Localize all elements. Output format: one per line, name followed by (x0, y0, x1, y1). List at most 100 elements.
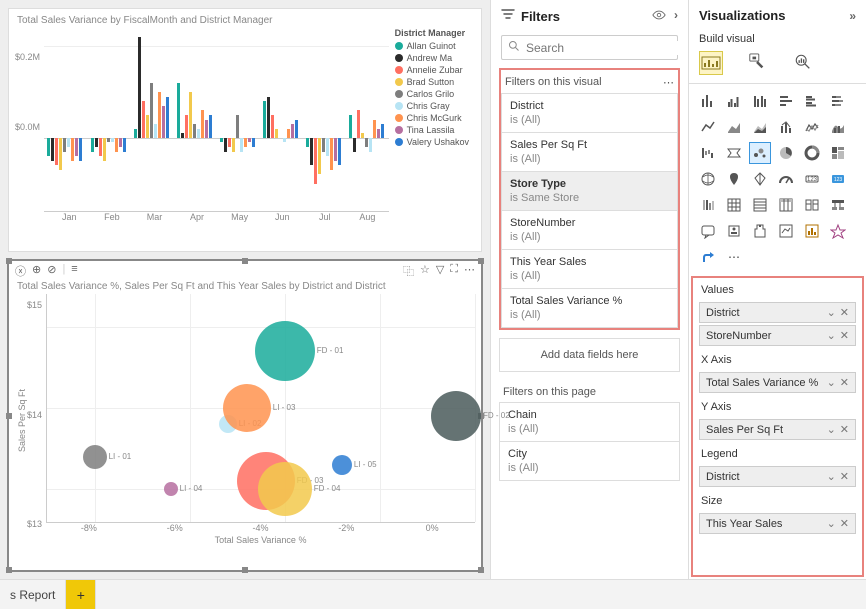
remove-icon[interactable]: ✕ (840, 329, 849, 342)
legend-item[interactable]: Carlos Grilo (395, 88, 469, 100)
report-canvas[interactable]: Total Sales Variance by FiscalMonth and … (0, 0, 490, 579)
scatter-chart[interactable]: ⓧ ⊕ ⊘ | ≡ ⿻ ☆ ▽ ⛶ ⋯ Total Sales Variance… (8, 260, 482, 571)
chevron-down-icon[interactable]: ⌄ (827, 517, 836, 530)
expand-icon[interactable]: ⊘ (47, 263, 56, 279)
viz-type-icon[interactable] (749, 90, 771, 112)
viz-type-icon[interactable] (723, 220, 745, 242)
legend-item[interactable]: Allan Guinot (395, 40, 469, 52)
viz-type-icon[interactable] (723, 116, 745, 138)
legend-item[interactable]: Chris McGurk (395, 112, 469, 124)
legend-item[interactable]: Valery Ushakov (395, 136, 469, 148)
data-point[interactable] (258, 462, 312, 516)
viz-type-icon[interactable] (749, 168, 771, 190)
viz-type-icon[interactable] (697, 246, 719, 268)
legend-item[interactable]: Tina Lassila (395, 124, 469, 136)
remove-icon[interactable]: ✕ (840, 517, 849, 530)
resize-handle[interactable] (6, 258, 12, 264)
viz-type-icon[interactable] (827, 142, 849, 164)
add-data-fields[interactable]: Add data fields here (499, 338, 680, 372)
viz-type-icon[interactable]: 123 (827, 168, 849, 190)
filter-card[interactable]: This Year Salesis (All) (501, 250, 678, 289)
data-point[interactable] (164, 482, 178, 496)
viz-type-icon[interactable] (697, 220, 719, 242)
field-chip[interactable]: This Year Sales⌄✕ (699, 513, 856, 534)
resize-handle[interactable] (478, 567, 484, 573)
chevron-down-icon[interactable]: ⌄ (827, 329, 836, 342)
viz-type-icon[interactable] (801, 220, 823, 242)
remove-icon[interactable]: ✕ (840, 423, 849, 436)
legend-item[interactable]: Chris Gray (395, 100, 469, 112)
viz-type-icon[interactable] (775, 116, 797, 138)
viz-type-icon[interactable] (775, 194, 797, 216)
chevron-down-icon[interactable]: ⌄ (827, 423, 836, 436)
filter-card[interactable]: Districtis (All) (501, 93, 678, 133)
chevron-down-icon[interactable]: ⌄ (827, 376, 836, 389)
viz-type-icon[interactable] (723, 168, 745, 190)
analytics-tab[interactable] (791, 51, 815, 75)
cluster-column-chart[interactable]: Total Sales Variance by FiscalMonth and … (8, 8, 482, 252)
viz-type-icon[interactable] (775, 142, 797, 164)
filter-card[interactable]: Total Sales Variance %is (All) (501, 289, 678, 328)
viz-type-icon[interactable] (697, 194, 719, 216)
report-tab[interactable]: s Report (0, 580, 66, 609)
resize-handle[interactable] (242, 258, 248, 264)
viz-type-icon[interactable] (775, 90, 797, 112)
viz-type-icon[interactable] (697, 90, 719, 112)
drill-up-icon[interactable]: ⓧ (15, 263, 26, 279)
filter-card[interactable]: StoreNumberis (All) (501, 211, 678, 250)
viz-type-icon[interactable] (723, 90, 745, 112)
viz-type-icon[interactable] (723, 194, 745, 216)
remove-icon[interactable]: ✕ (840, 306, 849, 319)
viz-type-icon[interactable] (723, 142, 745, 164)
viz-type-icon[interactable] (749, 220, 771, 242)
field-chip[interactable]: Total Sales Variance %⌄✕ (699, 372, 856, 393)
viz-type-icon[interactable] (801, 116, 823, 138)
viz-type-icon[interactable] (827, 194, 849, 216)
viz-type-icon[interactable]: ⋯ (723, 246, 745, 268)
resize-handle[interactable] (6, 413, 12, 419)
viz-type-icon[interactable] (775, 168, 797, 190)
filter-card[interactable]: Chainis (All) (499, 402, 680, 442)
remove-icon[interactable]: ✕ (840, 470, 849, 483)
format-tab[interactable] (745, 51, 769, 75)
viz-type-icon[interactable] (827, 116, 849, 138)
resize-handle[interactable] (478, 258, 484, 264)
eye-icon[interactable] (652, 8, 666, 25)
viz-type-icon[interactable] (827, 220, 849, 242)
search-input[interactable] (526, 41, 681, 55)
filter-card[interactable]: Cityis (All) (499, 442, 680, 481)
more-icon[interactable]: ⋯ (464, 263, 475, 279)
data-point[interactable] (332, 455, 352, 475)
viz-type-icon[interactable]: 123 (801, 168, 823, 190)
chevron-down-icon[interactable]: ⌄ (827, 470, 836, 483)
legend-item[interactable]: Andrew Ma (395, 52, 469, 64)
field-chip[interactable]: District⌄✕ (699, 302, 856, 323)
filter-search[interactable] (501, 35, 678, 60)
legend-item[interactable]: Annelie Zubar (395, 64, 469, 76)
data-point[interactable] (223, 384, 271, 432)
more-icon[interactable]: ⋯ (663, 76, 674, 89)
field-chip[interactable]: Sales Per Sq Ft⌄✕ (699, 419, 856, 440)
viz-type-icon[interactable] (827, 90, 849, 112)
field-chip[interactable]: District⌄✕ (699, 466, 856, 487)
focus-mode-icon[interactable]: ⛶ (450, 263, 458, 279)
data-point[interactable] (431, 391, 481, 441)
viz-type-icon[interactable] (697, 168, 719, 190)
copy-icon[interactable]: ⿻ (403, 263, 414, 279)
pin-icon[interactable]: ☆ (420, 263, 430, 279)
viz-type-icon[interactable] (697, 142, 719, 164)
filter-card[interactable]: Store Typeis Same Store (501, 172, 678, 211)
viz-type-icon[interactable] (749, 142, 771, 164)
remove-icon[interactable]: ✕ (840, 376, 849, 389)
drill-toggle-icon[interactable]: ≡ (71, 263, 77, 279)
collapse-icon[interactable]: › (674, 8, 678, 25)
resize-handle[interactable] (242, 567, 248, 573)
data-point[interactable] (255, 321, 315, 381)
viz-type-icon[interactable] (749, 116, 771, 138)
viz-type-icon[interactable] (775, 220, 797, 242)
viz-type-icon[interactable] (697, 116, 719, 138)
viz-type-icon[interactable] (801, 194, 823, 216)
viz-type-icon[interactable] (749, 194, 771, 216)
chevron-down-icon[interactable]: ⌄ (827, 306, 836, 319)
field-chip[interactable]: StoreNumber⌄✕ (699, 325, 856, 346)
